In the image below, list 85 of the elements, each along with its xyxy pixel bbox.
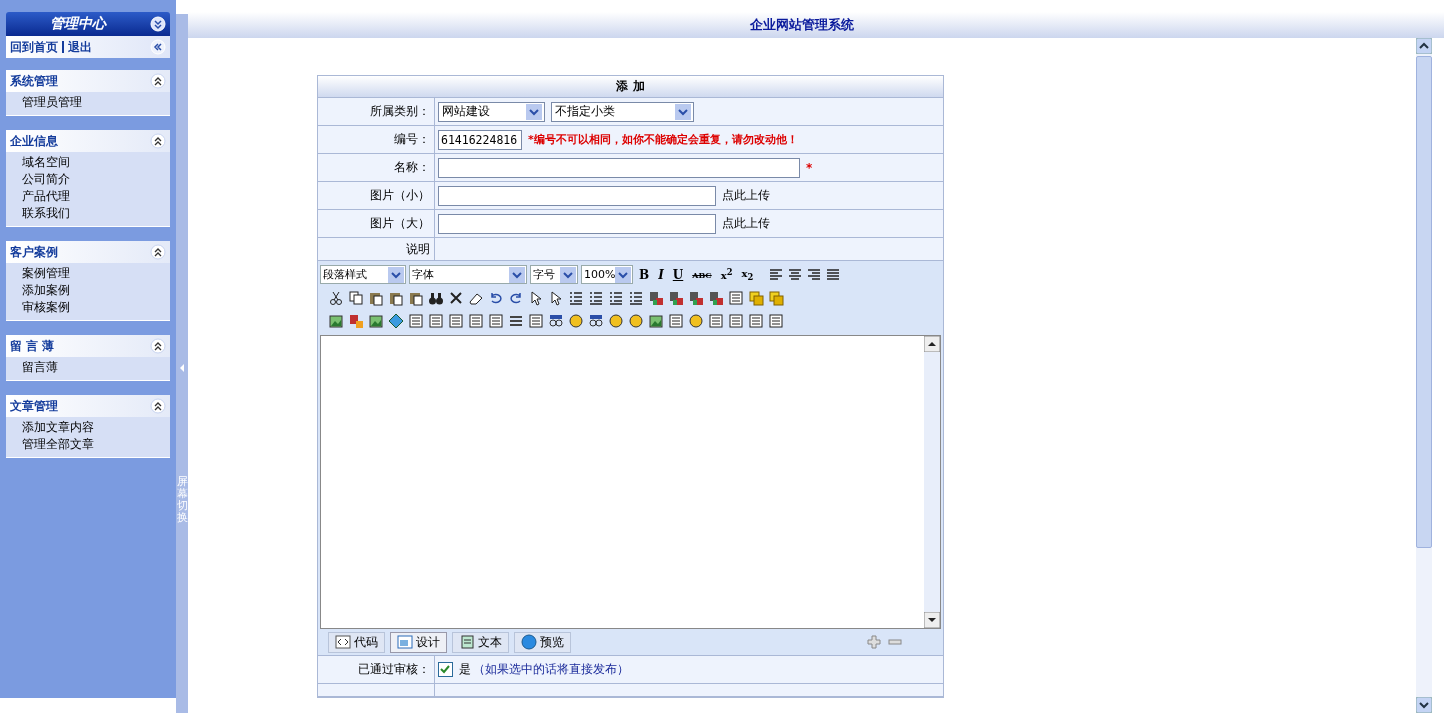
editor-mode-tab[interactable]: 设计 xyxy=(390,631,447,653)
pointer-icon[interactable] xyxy=(528,289,544,306)
editor-mode-tab[interactable]: 预览 xyxy=(514,631,571,653)
required-mark: * xyxy=(806,160,813,175)
field-label: 图片（小） xyxy=(370,187,430,204)
logout-link[interactable]: 退出 xyxy=(68,38,92,56)
menu-item[interactable]: 添加案例 xyxy=(22,282,170,299)
code-input[interactable]: 61416224816 xyxy=(438,129,522,150)
menu-item[interactable]: 管理员管理 xyxy=(22,94,170,111)
align-left-icon[interactable] xyxy=(768,266,785,283)
home-link[interactable]: 回到首页 xyxy=(10,38,58,56)
align-center-icon[interactable] xyxy=(787,266,804,283)
sidebar-title: 管理中心 xyxy=(49,15,108,33)
category-dropdown[interactable]: 网站建设 xyxy=(438,101,545,122)
strikethrough-button[interactable]: ABC xyxy=(689,269,715,280)
image-icon[interactable] xyxy=(328,312,344,329)
hint-text: （如果选中的话将直接发布） xyxy=(473,661,629,678)
scroll-down-icon[interactable] xyxy=(1416,697,1432,713)
scroll-up-icon[interactable] xyxy=(1416,38,1432,54)
menu-item[interactable]: 留言薄 xyxy=(22,359,170,376)
upload-link[interactable]: 点此上传 xyxy=(722,215,770,232)
name-input[interactable] xyxy=(438,157,800,178)
delete-icon[interactable] xyxy=(448,289,464,306)
underline-button[interactable]: U xyxy=(669,267,687,282)
diamond-icon[interactable] xyxy=(388,312,404,329)
subscript-button[interactable]: x$_{2}$ xyxy=(738,267,757,282)
toolbar-dropdown[interactable]: 字号 xyxy=(530,265,578,284)
menu-item[interactable]: 联系我们 xyxy=(22,205,170,222)
table-icon[interactable] xyxy=(408,312,424,329)
toolbar-dropdown[interactable]: 100% xyxy=(581,265,633,284)
collapse-icon[interactable] xyxy=(150,398,166,414)
field-label: 所属类别： xyxy=(370,103,430,120)
warning-text: *编号不可以相同，如你不能确定会重复，请勿改动他！ xyxy=(528,132,798,147)
text-icon xyxy=(459,634,475,650)
menu-item[interactable]: 案例管理 xyxy=(22,265,170,282)
image-path-input[interactable] xyxy=(438,185,716,206)
collapse-icon[interactable] xyxy=(150,338,166,354)
scissors-icon[interactable] xyxy=(328,289,344,306)
editor-mode-tab[interactable]: 文本 xyxy=(452,631,509,653)
scrollbar[interactable] xyxy=(924,336,940,628)
field-label: 图片（大） xyxy=(370,215,430,232)
copy-icon[interactable] xyxy=(348,289,364,306)
upload-link[interactable]: 点此上传 xyxy=(722,187,770,204)
collapse-icon[interactable] xyxy=(150,133,166,149)
form-title: 添 加 xyxy=(318,76,943,98)
field-label: 编号： xyxy=(394,131,430,148)
editor-mode-tab[interactable]: 代码 xyxy=(328,631,385,653)
bold-button[interactable]: B xyxy=(636,267,653,282)
menu-item[interactable]: 公司简介 xyxy=(22,171,170,188)
field-label: 名称： xyxy=(394,159,430,176)
italic-button[interactable]: I xyxy=(655,267,667,282)
menu-item[interactable]: 管理全部文章 xyxy=(22,436,170,453)
collapse-left-icon[interactable] xyxy=(150,39,166,55)
scroll-up-icon[interactable] xyxy=(924,336,940,352)
field-label: 已通过审核： xyxy=(358,661,430,678)
collapse-icon[interactable] xyxy=(150,73,166,89)
preview-icon xyxy=(521,634,537,650)
checkbox-label: 是 xyxy=(459,661,471,678)
menu-item[interactable]: 产品代理 xyxy=(22,188,170,205)
align-right-icon[interactable] xyxy=(806,266,823,283)
page-title: 企业网站管理系统 xyxy=(750,16,854,34)
menu-item[interactable]: 审核案例 xyxy=(22,299,170,316)
field-label: 说明 xyxy=(406,240,430,258)
table-icon[interactable] xyxy=(448,312,464,329)
image-icon[interactable] xyxy=(368,312,384,329)
scrollbar-thumb[interactable] xyxy=(1416,56,1432,548)
code-icon xyxy=(335,634,351,650)
layer-icon[interactable] xyxy=(768,289,784,306)
toolbar-dropdown[interactable]: 字体 xyxy=(409,265,527,284)
layer-icon[interactable] xyxy=(748,289,764,306)
justify-icon[interactable] xyxy=(825,266,842,283)
subcategory-dropdown[interactable]: 不指定小类 xyxy=(551,101,694,122)
toolbar-dropdown[interactable]: 段落样式 xyxy=(320,265,406,284)
superscript-button[interactable]: x$^{2}$ xyxy=(717,267,736,282)
design-icon xyxy=(397,634,413,650)
collapse-icon[interactable] xyxy=(150,244,166,260)
page-scrollbar[interactable] xyxy=(1416,38,1432,713)
table-icon[interactable] xyxy=(428,312,444,329)
pointer-icon[interactable] xyxy=(548,289,564,306)
menu-item[interactable]: 域名空间 xyxy=(22,154,170,171)
menu-item[interactable]: 添加文章内容 xyxy=(22,419,170,436)
image-path-input[interactable] xyxy=(438,213,716,234)
approved-checkbox[interactable] xyxy=(438,662,453,677)
scroll-down-icon[interactable] xyxy=(924,612,940,628)
bullet-list-icon[interactable] xyxy=(588,289,604,306)
